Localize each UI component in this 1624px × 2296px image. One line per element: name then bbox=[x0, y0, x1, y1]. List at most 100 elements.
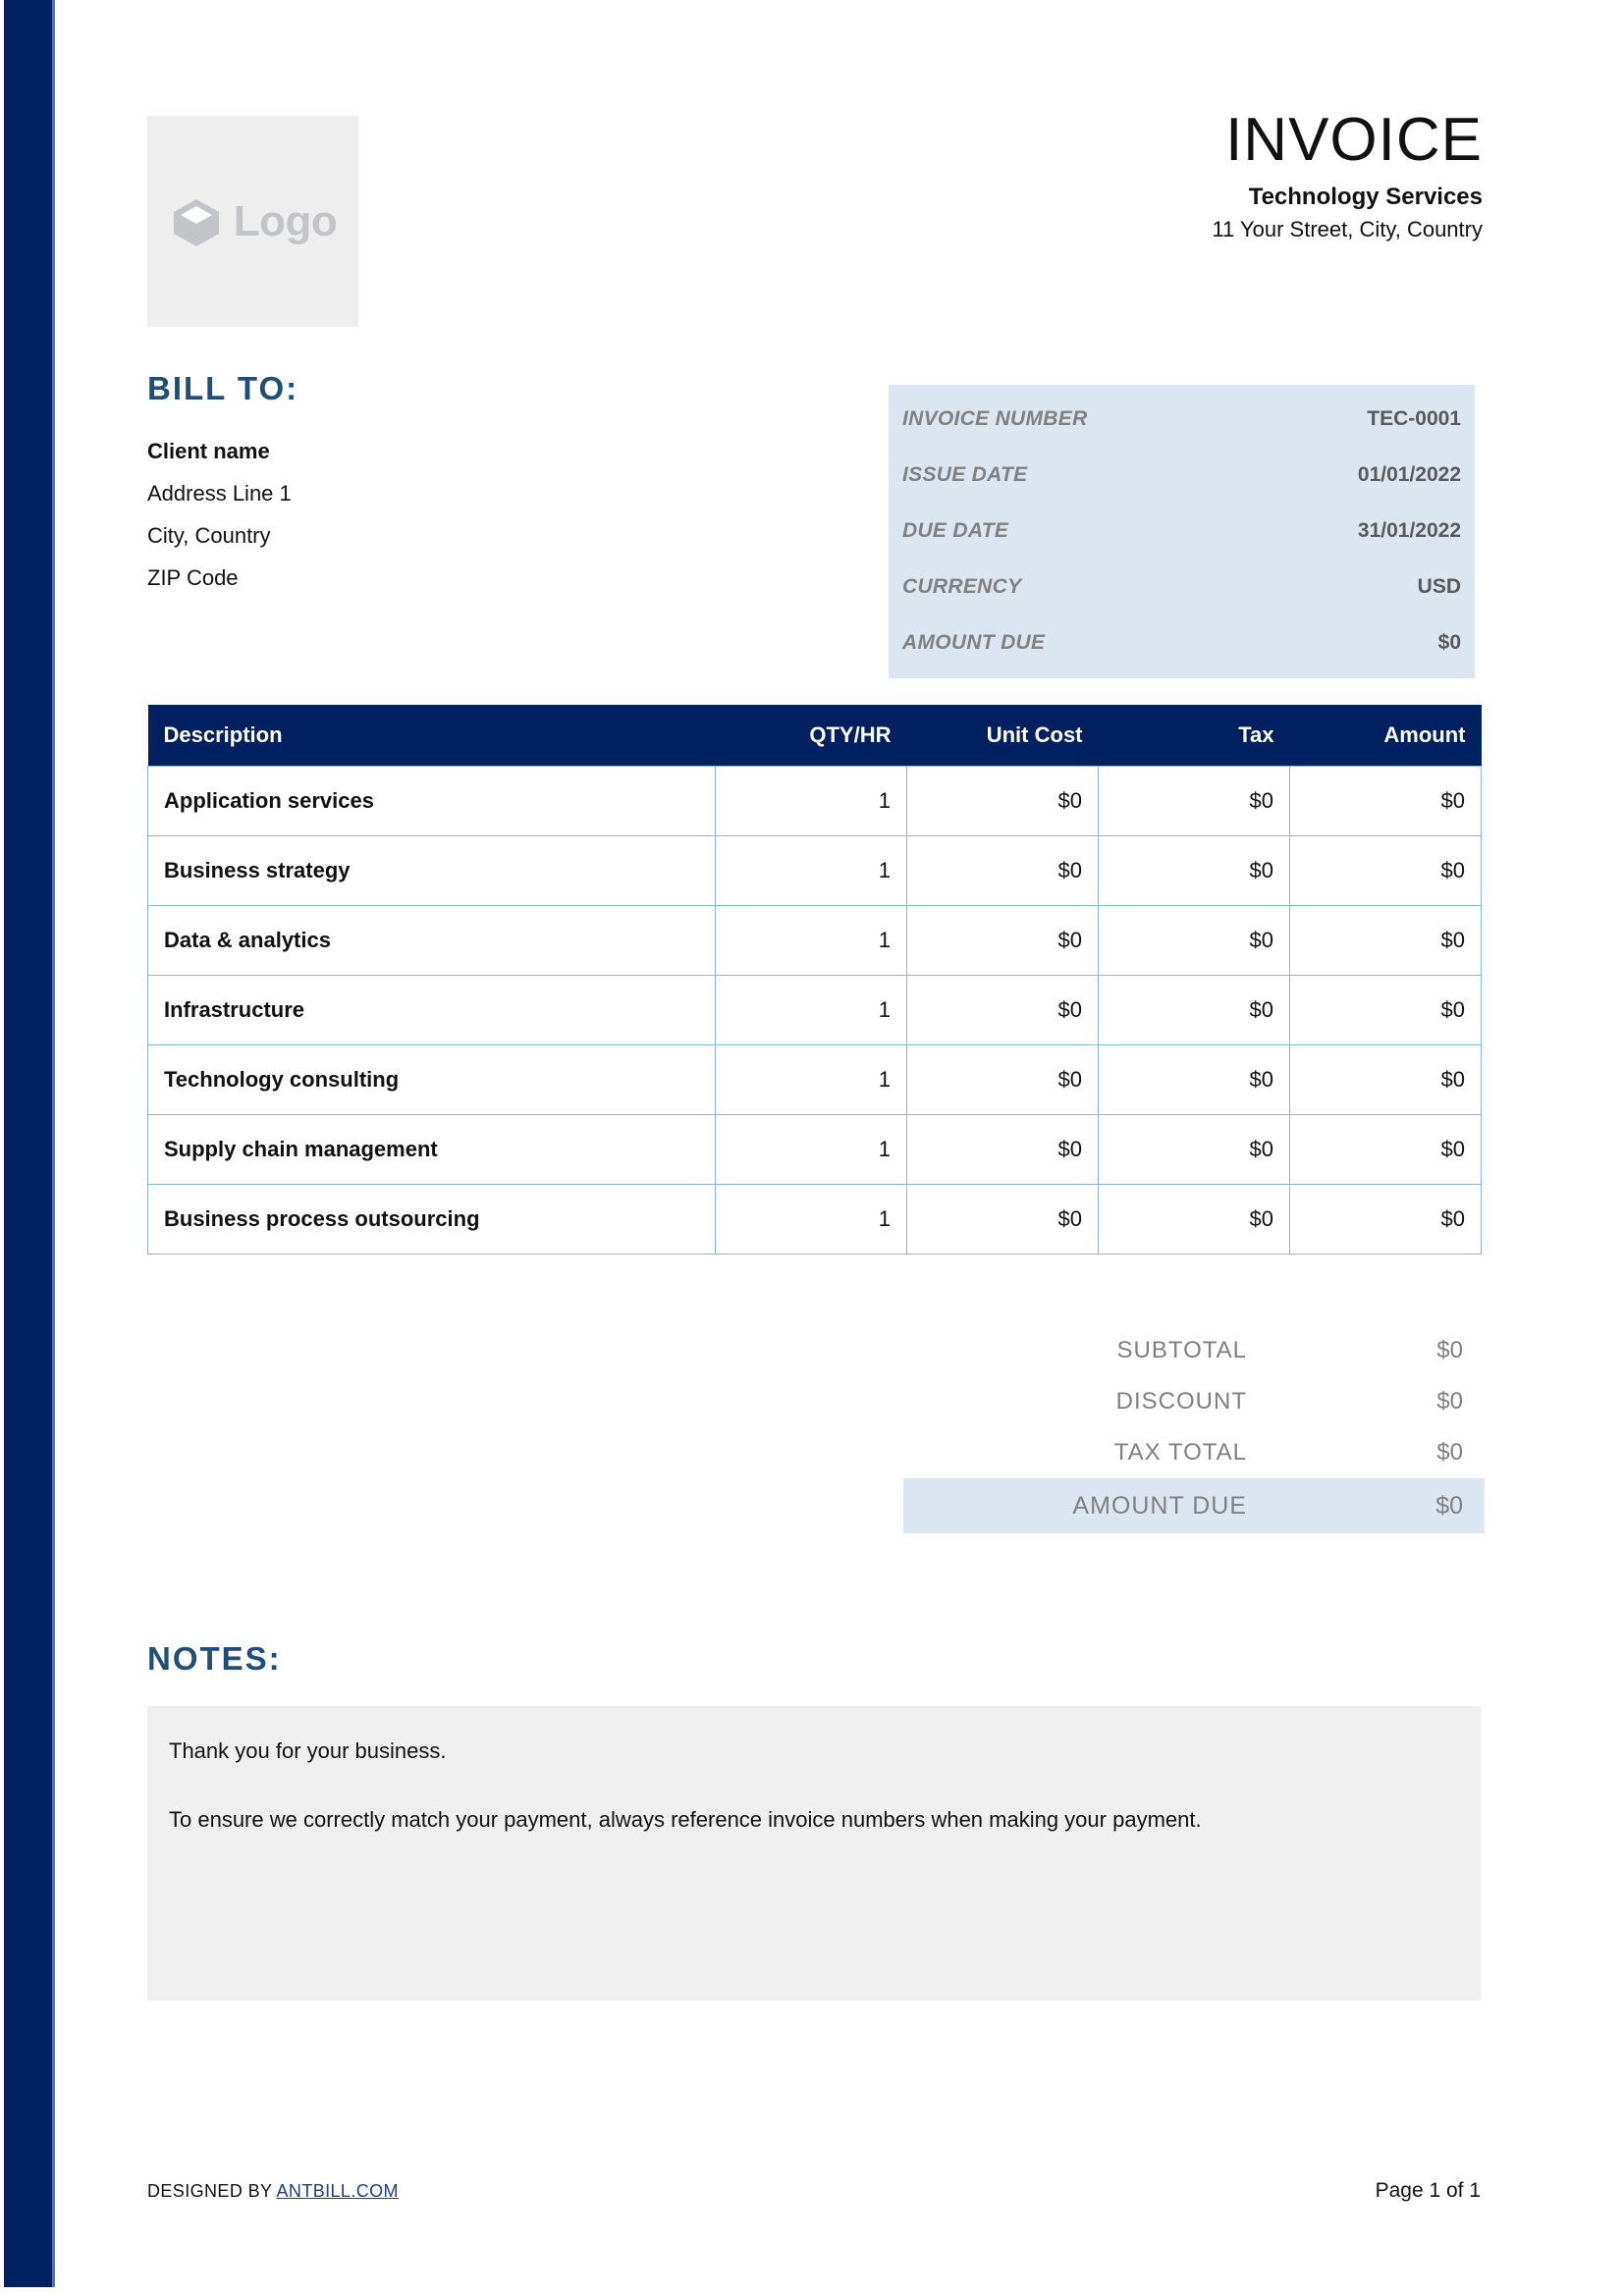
table-row: Technology consulting 1 $0 $0 $0 bbox=[147, 1043, 1482, 1115]
cell-amount: $0 bbox=[1289, 974, 1482, 1045]
column-header-tax: Tax bbox=[1098, 705, 1290, 766]
bill-to-lines: Client name Address Line 1 City, Country… bbox=[147, 430, 697, 599]
cell-qty: 1 bbox=[715, 1113, 907, 1185]
cell-tax: $0 bbox=[1098, 1113, 1290, 1185]
total-label: TAX TOTAL bbox=[1113, 1439, 1247, 1466]
column-header-unit-cost: Unit Cost bbox=[906, 705, 1099, 766]
table-header-row: Description QTY/HR Unit Cost Tax Amount bbox=[147, 705, 1482, 766]
total-value: $0 bbox=[1436, 1388, 1463, 1415]
total-label: SUBTOTAL bbox=[1116, 1337, 1247, 1363]
cell-unit-cost: $0 bbox=[906, 765, 1099, 836]
cell-unit-cost: $0 bbox=[906, 1113, 1099, 1185]
antbill-link[interactable]: ANTBILL.COM bbox=[277, 2181, 399, 2201]
client-address-line-1: Address Line 1 bbox=[147, 481, 292, 507]
cell-unit-cost: $0 bbox=[906, 904, 1099, 976]
cell-tax: $0 bbox=[1098, 904, 1290, 976]
cell-tax: $0 bbox=[1098, 834, 1290, 906]
cell-qty: 1 bbox=[715, 904, 907, 976]
total-value: $0 bbox=[1435, 1491, 1463, 1520]
detail-value: $0 bbox=[1437, 630, 1461, 654]
detail-label: CURRENCY bbox=[902, 574, 1022, 598]
column-header-qty: QTY/HR bbox=[715, 705, 907, 766]
table-body: Application services 1 $0 $0 $0 Business… bbox=[147, 765, 1482, 1255]
line-items-table: Description QTY/HR Unit Cost Tax Amount … bbox=[147, 705, 1482, 1255]
detail-label: AMOUNT DUE bbox=[902, 630, 1046, 654]
invoice-details-box: INVOICE NUMBER TEC-0001 ISSUE DATE 01/01… bbox=[889, 385, 1475, 678]
company-name: Technology Services bbox=[1248, 184, 1483, 211]
table-row: Business strategy 1 $0 $0 $0 bbox=[147, 834, 1482, 906]
designed-by-prefix: DESIGNED BY bbox=[147, 2181, 277, 2201]
detail-row-invoice-number: INVOICE NUMBER TEC-0001 bbox=[902, 391, 1461, 447]
cell-amount: $0 bbox=[1289, 904, 1482, 976]
total-label: DISCOUNT bbox=[1115, 1388, 1247, 1415]
cell-qty: 1 bbox=[715, 974, 907, 1045]
cell-amount: $0 bbox=[1289, 1183, 1482, 1255]
logo-inner: Logo bbox=[169, 194, 338, 249]
cell-tax: $0 bbox=[1098, 765, 1290, 836]
cell-amount: $0 bbox=[1289, 1043, 1482, 1115]
cell-description: Data & analytics bbox=[147, 904, 716, 976]
invoice-header: Logo INVOICE Technology Services 11 Your… bbox=[147, 108, 1483, 327]
detail-value: TEC-0001 bbox=[1367, 406, 1461, 430]
detail-label: INVOICE NUMBER bbox=[902, 406, 1088, 430]
cell-description: Business process outsourcing bbox=[147, 1183, 716, 1255]
cell-amount: $0 bbox=[1289, 1113, 1482, 1185]
page-footer: DESIGNED BY ANTBILL.COM Page 1 of 1 bbox=[147, 2179, 1481, 2203]
cell-amount: $0 bbox=[1289, 834, 1482, 906]
client-zip-code: ZIP Code bbox=[147, 565, 239, 591]
client-name: Client name bbox=[147, 439, 270, 464]
total-value: $0 bbox=[1436, 1337, 1463, 1363]
left-accent-stripe bbox=[4, 0, 55, 2287]
detail-value: USD bbox=[1417, 574, 1461, 598]
logo-placeholder[interactable]: Logo bbox=[147, 116, 358, 327]
total-label: AMOUNT DUE bbox=[1072, 1491, 1247, 1520]
notes-box: Thank you for your business. To ensure w… bbox=[147, 1706, 1481, 2001]
bill-to-heading: BILL TO: bbox=[147, 370, 299, 406]
invoice-page: Logo INVOICE Technology Services 11 Your… bbox=[0, 0, 1624, 2296]
company-address: 11 Your Street, City, Country bbox=[1212, 217, 1483, 242]
designed-by-text: DESIGNED BY ANTBILL.COM bbox=[147, 2181, 399, 2202]
cube-icon bbox=[169, 194, 224, 249]
cell-tax: $0 bbox=[1098, 974, 1290, 1045]
total-row-discount: DISCOUNT $0 bbox=[903, 1376, 1485, 1427]
cell-description: Infrastructure bbox=[147, 974, 716, 1045]
header-right-block: INVOICE Technology Services 11 Your Stre… bbox=[1212, 108, 1483, 242]
detail-row-currency: CURRENCY USD bbox=[902, 559, 1461, 614]
logo-text: Logo bbox=[233, 196, 338, 245]
cell-qty: 1 bbox=[715, 834, 907, 906]
cell-qty: 1 bbox=[715, 765, 907, 836]
client-city-country: City, Country bbox=[147, 523, 271, 549]
table-row: Business process outsourcing 1 $0 $0 $0 bbox=[147, 1183, 1482, 1255]
detail-value: 31/01/2022 bbox=[1357, 518, 1461, 542]
cell-unit-cost: $0 bbox=[906, 974, 1099, 1045]
column-header-description: Description bbox=[147, 705, 716, 766]
page-number: Page 1 of 1 bbox=[1375, 2179, 1481, 2202]
cell-qty: 1 bbox=[715, 1043, 907, 1115]
total-row-amount-due: AMOUNT DUE $0 bbox=[903, 1478, 1485, 1533]
table-row: Data & analytics 1 $0 $0 $0 bbox=[147, 904, 1482, 976]
cell-description: Technology consulting bbox=[147, 1043, 716, 1115]
table-row: Infrastructure 1 $0 $0 $0 bbox=[147, 974, 1482, 1045]
notes-paragraph: Thank you for your business. bbox=[169, 1738, 447, 1763]
cell-unit-cost: $0 bbox=[906, 834, 1099, 906]
cell-description: Application services bbox=[147, 765, 716, 836]
cell-description: Supply chain management bbox=[147, 1113, 716, 1185]
detail-label: DUE DATE bbox=[902, 518, 1009, 542]
detail-row-issue-date: ISSUE DATE 01/01/2022 bbox=[902, 447, 1461, 503]
cell-unit-cost: $0 bbox=[906, 1183, 1099, 1255]
cell-unit-cost: $0 bbox=[906, 1043, 1099, 1115]
notes-paragraph: To ensure we correctly match your paymen… bbox=[169, 1807, 1202, 1832]
cell-tax: $0 bbox=[1098, 1183, 1290, 1255]
detail-value: 01/01/2022 bbox=[1357, 462, 1461, 486]
cell-tax: $0 bbox=[1098, 1043, 1290, 1115]
detail-row-due-date: DUE DATE 31/01/2022 bbox=[902, 503, 1461, 559]
table-header: Description QTY/HR Unit Cost Tax Amount bbox=[147, 705, 1482, 766]
cell-qty: 1 bbox=[715, 1183, 907, 1255]
total-value: $0 bbox=[1436, 1439, 1463, 1466]
total-row-tax-total: TAX TOTAL $0 bbox=[903, 1427, 1485, 1478]
notes-heading: NOTES: bbox=[147, 1640, 282, 1677]
totals-section: SUBTOTAL $0 DISCOUNT $0 TAX TOTAL $0 AMO… bbox=[903, 1325, 1485, 1533]
total-row-subtotal: SUBTOTAL $0 bbox=[903, 1325, 1485, 1376]
bill-to-section: BILL TO: Client name Address Line 1 City… bbox=[147, 370, 697, 599]
cell-description: Business strategy bbox=[147, 834, 716, 906]
